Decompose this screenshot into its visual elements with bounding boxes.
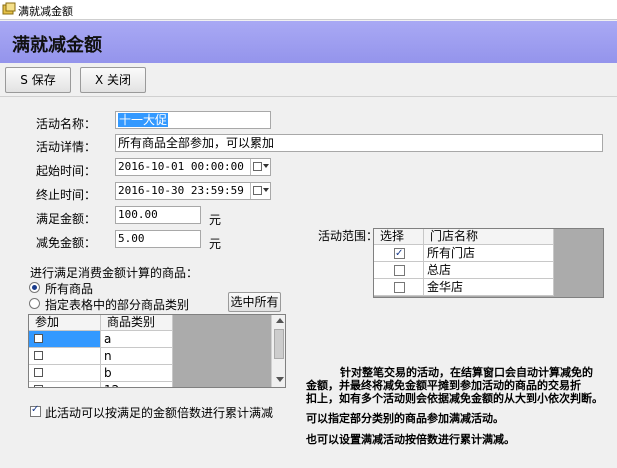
activity-detail-label: 活动详情： xyxy=(36,140,97,154)
products-section-label: 进行满足消费金额计算的商品： xyxy=(30,266,199,280)
table-row-checkbox-cell[interactable] xyxy=(29,382,101,387)
grid-header-store-name: 门店名称 xyxy=(424,229,554,245)
select-all-button[interactable]: 选中所有 xyxy=(228,292,281,312)
row-checkbox[interactable] xyxy=(34,368,43,377)
end-time-value: 2016-10-30 23:59:59 xyxy=(118,184,244,197)
window-titlebar: 满就减金额 xyxy=(0,0,617,20)
activity-name-value: 十一大促 xyxy=(118,113,169,127)
page-title: 满就减金额 xyxy=(12,35,102,56)
partial-products-label: 指定表格中的部分商品类别 xyxy=(45,298,190,312)
all-products-label: 所有商品 xyxy=(45,282,94,296)
table-row-category[interactable]: n xyxy=(101,348,173,365)
toolbar: S 保存 X 关闭 xyxy=(0,63,617,97)
cumulative-checkbox[interactable] xyxy=(30,404,41,417)
row-checkbox[interactable] xyxy=(394,246,405,262)
reduce-amount-label: 减免金额： xyxy=(36,236,97,250)
note-line-5: 也可以设置满减活动按倍数进行累计满减。 xyxy=(306,433,515,446)
app-icon xyxy=(2,2,16,15)
store-row-checkbox-cell[interactable] xyxy=(374,279,424,296)
table-row-store[interactable]: 总店 xyxy=(424,262,554,279)
store-scope-grid: 选择 门店名称 所有门店 总店 金华店 xyxy=(373,228,604,298)
row-checkbox[interactable] xyxy=(394,282,405,293)
close-button[interactable]: X 关闭 xyxy=(80,67,146,93)
all-products-radio[interactable] xyxy=(29,282,40,293)
activity-name-input[interactable]: 十一大促 xyxy=(115,111,271,129)
row-checkbox[interactable] xyxy=(34,351,43,360)
reduce-amount-unit: 元 xyxy=(209,237,222,251)
row-checkbox[interactable] xyxy=(394,265,405,276)
grid-header-join: 参加 xyxy=(29,315,101,331)
table-row-store[interactable]: 所有门店 xyxy=(424,245,554,262)
cumulative-label: 此活动可以按满足的金额倍数进行累计满减 xyxy=(45,406,274,420)
scroll-down-icon[interactable] xyxy=(276,377,284,382)
full-amount-input[interactable]: 100.00 xyxy=(115,206,201,224)
note-line-1: 针对整笔交易的活动，在结算窗口会自动计算减免的 xyxy=(340,366,593,379)
store-row-checkbox-cell[interactable] xyxy=(374,245,424,262)
start-time-label: 起始时间： xyxy=(36,164,97,178)
row-checkbox[interactable] xyxy=(34,385,43,387)
page-header: 满就减金额 xyxy=(0,21,617,63)
save-button[interactable]: S 保存 xyxy=(5,67,71,93)
partial-products-radio[interactable] xyxy=(29,298,40,309)
store-row-checkbox-cell[interactable] xyxy=(374,262,424,279)
full-amount-label: 满足金额： xyxy=(36,212,97,226)
note-line-2: 金额，并最终将减免金额平摊到参加活动的商品的交易折 xyxy=(306,379,581,392)
grid-scrollbar[interactable] xyxy=(271,315,285,387)
table-row-checkbox-cell[interactable] xyxy=(29,348,101,365)
table-row-category[interactable]: a xyxy=(101,331,173,348)
end-time-label: 终止时间： xyxy=(36,188,97,202)
end-time-picker[interactable]: 2016-10-30 23:59:59 xyxy=(115,182,271,200)
table-row-checkbox-cell[interactable] xyxy=(29,331,101,348)
grid-header-category: 商品类别 xyxy=(101,315,173,331)
table-row-checkbox-cell[interactable] xyxy=(29,365,101,382)
full-amount-unit: 元 xyxy=(209,213,222,227)
activity-detail-input[interactable]: 所有商品全部参加，可以累加 xyxy=(115,134,603,152)
start-time-picker[interactable]: 2016-10-01 00:00:00 xyxy=(115,158,271,176)
note-line-3: 扣上，如有多个活动则会依据减免金额的从大到小依次判断。 xyxy=(306,392,603,405)
activity-name-label: 活动名称： xyxy=(36,117,97,131)
note-line-4: 可以指定部分类别的商品参加满减活动。 xyxy=(306,412,504,425)
table-row-category[interactable]: b xyxy=(101,365,173,382)
scroll-up-icon[interactable] xyxy=(276,318,284,323)
window-title: 满就减金额 xyxy=(18,5,73,18)
product-category-grid: 参加 商品类别 a n b 12 xyxy=(28,314,286,388)
calendar-dropdown-icon[interactable] xyxy=(250,183,269,199)
start-time-value: 2016-10-01 00:00:00 xyxy=(118,160,244,173)
grid-header-select: 选择 xyxy=(374,229,424,245)
calendar-dropdown-icon[interactable] xyxy=(250,159,269,175)
table-row-category[interactable]: 12 xyxy=(101,382,173,387)
reduce-amount-input[interactable]: 5.00 xyxy=(115,230,201,248)
table-row-store[interactable]: 金华店 xyxy=(424,279,554,296)
row-checkbox[interactable] xyxy=(34,334,43,343)
scroll-thumb[interactable] xyxy=(274,329,284,359)
scope-label: 活动范围： xyxy=(318,229,379,243)
